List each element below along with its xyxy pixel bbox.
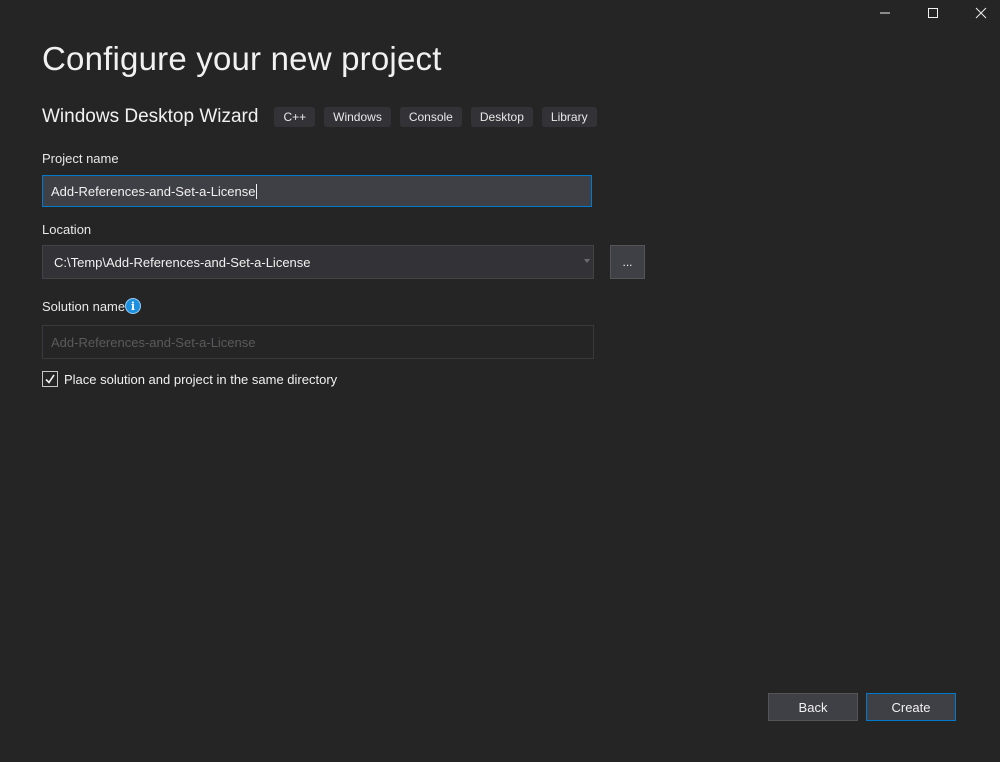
same-directory-label: Place solution and project in the same d… (64, 371, 338, 387)
minimize-button[interactable] (862, 0, 908, 26)
create-button[interactable]: Create (866, 693, 956, 721)
tag: Library (541, 107, 597, 127)
chevron-down-icon[interactable] (584, 259, 590, 263)
template-name: Windows Desktop Wizard (42, 106, 259, 127)
solution-name-label: Solution name (42, 299, 126, 314)
info-icon[interactable]: i (125, 298, 141, 314)
tag: C++ (274, 107, 316, 127)
same-directory-checkbox[interactable] (42, 371, 58, 387)
maximize-icon (928, 8, 938, 18)
close-icon (975, 7, 987, 19)
text-caret (255, 183, 257, 199)
location-value: C:\Temp\Add-References-and-Set-a-License (54, 254, 311, 270)
minimize-icon (880, 12, 890, 14)
project-name-value: Add-References-and-Set-a-License (51, 183, 256, 199)
close-button[interactable] (958, 0, 1000, 26)
location-label: Location (42, 222, 92, 237)
project-name-label: Project name (42, 151, 119, 166)
tag: Console (399, 107, 462, 127)
browse-button[interactable]: ... (610, 245, 645, 279)
checkmark-icon (45, 374, 55, 384)
template-info: Windows Desktop Wizard C++ Windows Conso… (42, 106, 606, 128)
maximize-button[interactable] (910, 0, 956, 26)
project-name-input[interactable]: Add-References-and-Set-a-License (42, 175, 592, 207)
tag: Desktop (470, 107, 533, 127)
page-title: Configure your new project (42, 40, 442, 77)
back-button[interactable]: Back (768, 693, 858, 721)
tag: Windows (324, 107, 391, 127)
solution-name-placeholder: Add-References-and-Set-a-License (51, 334, 256, 350)
location-combobox[interactable]: C:\Temp\Add-References-and-Set-a-License (42, 245, 594, 279)
solution-name-input[interactable]: Add-References-and-Set-a-License (42, 325, 594, 359)
same-directory-option[interactable]: Place solution and project in the same d… (42, 371, 337, 387)
